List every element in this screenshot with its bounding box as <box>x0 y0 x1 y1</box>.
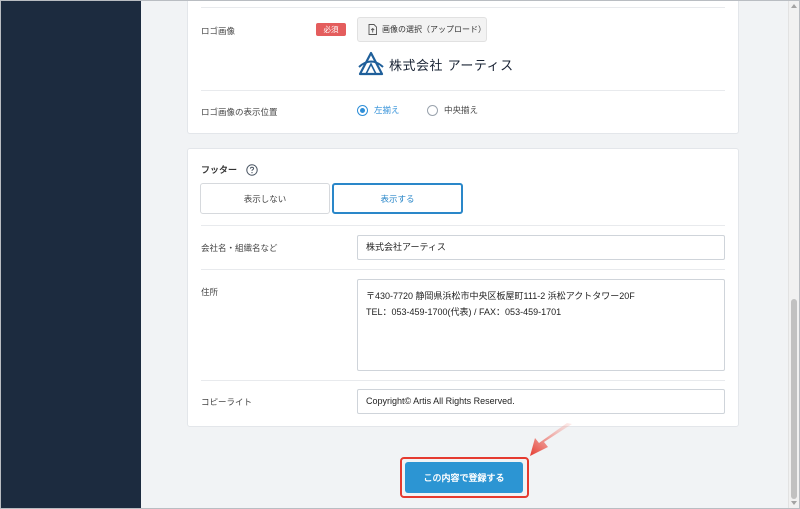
copyright-input[interactable]: Copyright© Artis All Rights Reserved. <box>357 389 725 414</box>
sidebar <box>1 1 141 508</box>
company-name-label: 会社名・組織名など <box>201 244 278 254</box>
logo-position-label: ロゴ画像の表示位置 <box>201 108 278 118</box>
logo-preview: 株式会社 アーティス <box>357 48 531 80</box>
radio-label-center: 中央揃え <box>444 106 479 116</box>
radio-label-left: 左揃え <box>374 106 400 116</box>
company-logo-mark-icon <box>358 51 384 76</box>
footer-show-toggle[interactable]: 表示する <box>332 183 463 214</box>
divider <box>201 269 725 270</box>
file-upload-icon <box>368 24 377 35</box>
logo-text: 株式会社 アーティス <box>389 58 514 74</box>
address-line-1: 〒430-7720 静岡県浜松市中央区板屋町111-2 浜松アクトタワー20F <box>366 291 635 301</box>
scroll-down-icon[interactable] <box>791 501 797 505</box>
copyright-label: コピーライト <box>201 398 253 408</box>
footer-title: フッター <box>201 163 258 176</box>
divider <box>201 225 725 226</box>
required-badge: 必須 <box>316 23 346 36</box>
vertical-scrollbar[interactable] <box>788 1 799 508</box>
scroll-thumb[interactable] <box>791 299 797 499</box>
divider <box>201 7 725 8</box>
address-label: 住所 <box>201 288 219 298</box>
address-textarea[interactable]: 〒430-7720 静岡県浜松市中央区板屋町111-2 浜松アクトタワー20F … <box>357 279 725 371</box>
divider <box>201 380 725 381</box>
submit-button[interactable]: この内容で登録する <box>405 462 523 493</box>
upload-image-button[interactable]: 画像の選択（アップロード） <box>357 17 487 42</box>
question-circle-icon[interactable] <box>246 163 258 176</box>
divider <box>201 90 725 91</box>
scroll-up-icon[interactable] <box>791 4 797 8</box>
radio-button[interactable] <box>427 104 438 116</box>
company-name-input[interactable]: 株式会社アーティス <box>357 235 725 260</box>
footer-hide-toggle[interactable]: 表示しない <box>200 183 330 214</box>
pointer-arrow-icon <box>530 423 572 456</box>
upload-button-label: 画像の選択（アップロード） <box>382 25 486 34</box>
logo-image-label: ロゴ画像 <box>201 27 236 37</box>
footer-title-text: フッター <box>201 166 238 176</box>
address-line-2: TEL：053-459-1700(代表) / FAX：053-459-1701 <box>366 307 562 317</box>
radio-align-left[interactable]: 左揃え <box>357 104 400 116</box>
radio-align-center[interactable]: 中央揃え <box>427 104 478 116</box>
radio-button-checked[interactable] <box>357 104 368 116</box>
